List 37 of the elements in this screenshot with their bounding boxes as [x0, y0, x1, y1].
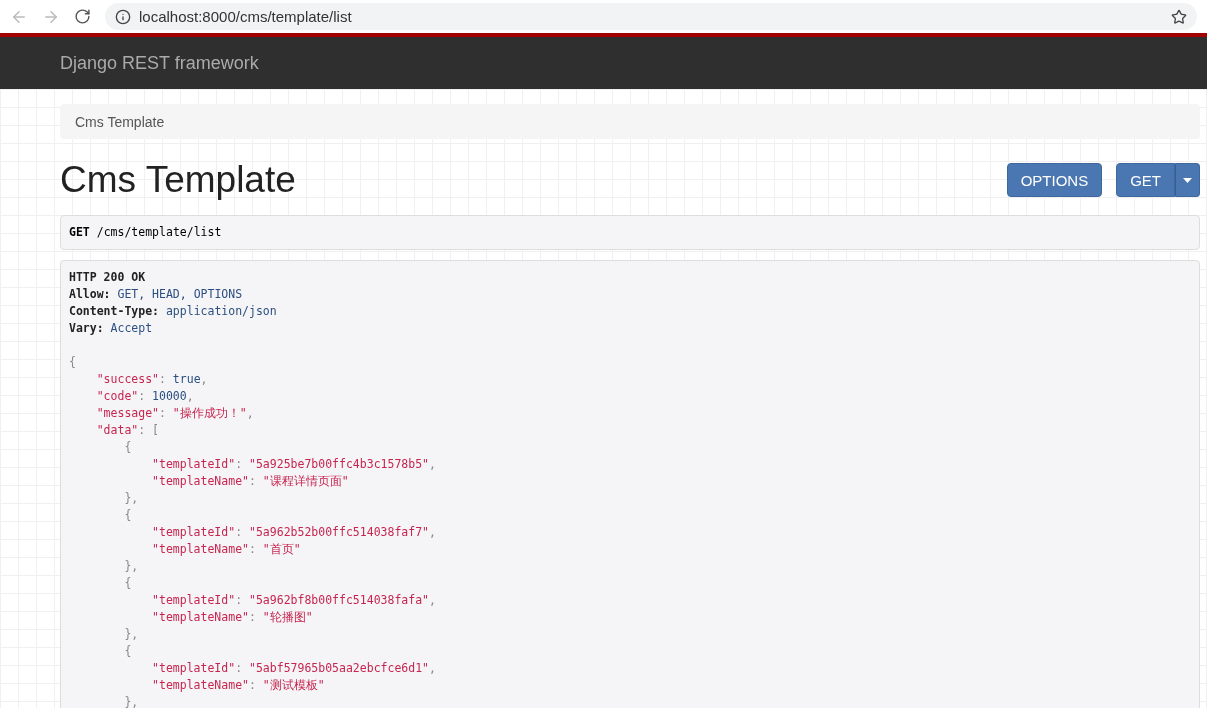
dropdown-toggle[interactable] [1175, 163, 1200, 197]
code-line: "templateId": "5abf57965b05aa2ebcfce6d1", [152, 660, 437, 677]
reload-icon[interactable] [74, 8, 91, 25]
code-line: }, [124, 694, 140, 708]
address-bar[interactable]: localhost:8000/cms/template/list [105, 3, 1197, 30]
options-button[interactable]: OPTIONS [1006, 163, 1103, 197]
page-title: Cms Template [60, 159, 296, 201]
code-line: "templateName": "轮播图" [152, 609, 314, 626]
caret-icon [1183, 177, 1192, 183]
code-line: { [69, 354, 77, 371]
code-line: }, [124, 558, 140, 575]
code-line: "message": "操作成功！", [96, 405, 255, 422]
request-info: GET /cms/template/list [60, 215, 1200, 250]
code-line: }, [124, 490, 140, 507]
brand-link[interactable]: Django REST framework [60, 52, 259, 74]
code-line: }, [124, 626, 140, 643]
code-line: "templateId": "5a962bf8b00ffc514038fafa", [152, 592, 437, 609]
code-line: { [124, 575, 133, 592]
code-line: "templateName": "课程详情页面" [152, 473, 350, 490]
code-line: Allow: GET, HEAD, OPTIONS [69, 286, 244, 303]
code-line: "templateId": "5a962b52b00ffc514038faf7", [152, 524, 437, 541]
bookmark-star-icon[interactable] [1171, 8, 1187, 25]
code-line: "templateName": "测试模板" [152, 677, 326, 694]
code-line: "templateId": "5a925be7b00ffc4b3c1578b5", [152, 456, 437, 473]
code-line: { [124, 439, 133, 456]
code-line: "code": 10000, [96, 388, 195, 405]
code-line: Vary: Accept [69, 320, 154, 337]
code-line: "data": [ [96, 422, 160, 439]
code-line: { [124, 643, 133, 660]
code-line: HTTP 200 OK [69, 269, 147, 286]
get-button[interactable]: GET [1116, 163, 1175, 197]
code-line: "success": true, [96, 371, 209, 388]
code-line: { [124, 507, 133, 524]
info-icon[interactable] [115, 8, 131, 25]
code-line: Content-Type: application/json [69, 303, 278, 320]
breadcrumb-item[interactable]: Cms Template [75, 113, 165, 130]
code-line: "templateName": "首页" [152, 541, 302, 558]
